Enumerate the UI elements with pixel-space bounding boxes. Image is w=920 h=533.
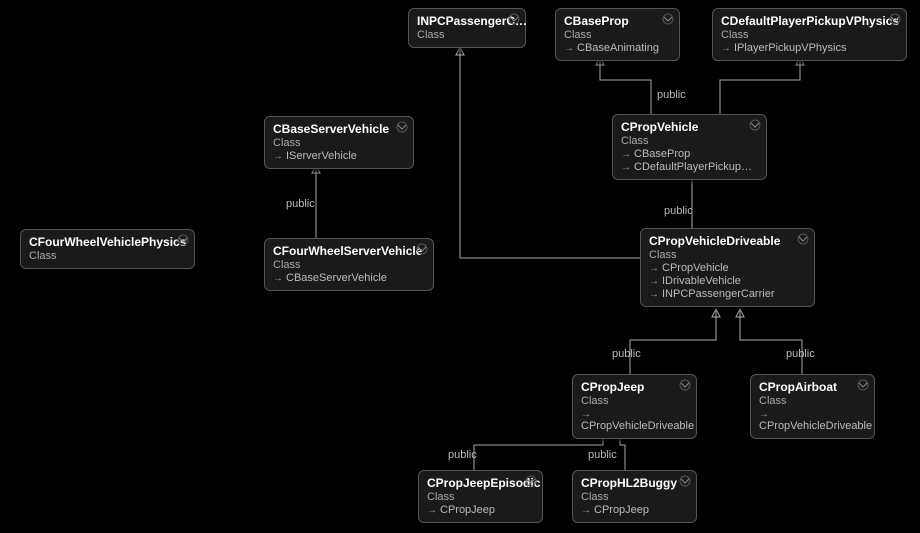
arrow-icon: → — [581, 409, 591, 420]
class-inherit: →CDefaultPlayerPickup… — [621, 161, 758, 173]
arrow-icon: → — [581, 505, 591, 516]
class-type-label: Class — [427, 491, 534, 503]
class-title: CPropVehicle — [621, 120, 758, 134]
expand-icon[interactable] — [416, 243, 428, 255]
class-title: CBaseProp — [564, 14, 671, 28]
class-title: CPropJeep — [581, 380, 688, 394]
class-node-cpropjeep[interactable]: CPropJeep Class →CPropVehicleDriveable — [572, 374, 697, 439]
edge-label: public — [657, 89, 686, 101]
class-node-cprophl2buggy[interactable]: CPropHL2Buggy Class →CPropJeep — [572, 470, 697, 523]
class-node-cdefaultplayerpickup[interactable]: CDefaultPlayerPickupVPhysics Class →IPla… — [712, 8, 907, 61]
arrow-icon: → — [427, 505, 437, 516]
arrow-icon: → — [273, 273, 283, 284]
edge-label: public — [612, 348, 641, 360]
expand-icon[interactable] — [857, 379, 869, 391]
class-inherit: →CPropVehicle — [649, 262, 806, 274]
arrow-icon: → — [621, 162, 631, 173]
class-inherit: →CPropJeep — [427, 504, 534, 516]
arrow-icon: → — [649, 263, 659, 274]
edge-label: public — [786, 348, 815, 360]
class-node-cfourwheelvehiclephysics[interactable]: CFourWheelVehiclePhysics Class — [20, 229, 195, 269]
class-node-inpcpassenger[interactable]: INPCPassengerC… Class — [408, 8, 526, 48]
arrow-icon: → — [621, 149, 631, 160]
class-type-label: Class — [581, 491, 688, 503]
arrow-icon: → — [721, 43, 731, 54]
expand-icon[interactable] — [749, 119, 761, 131]
expand-icon[interactable] — [525, 475, 537, 487]
class-inherit: →IServerVehicle — [273, 150, 405, 162]
class-type-label: Class — [759, 395, 866, 407]
edge-label: public — [286, 198, 315, 210]
class-type-label: Class — [417, 29, 517, 41]
class-type-label: Class — [581, 395, 688, 407]
class-title: CPropJeepEpisodic — [427, 476, 534, 490]
edge-label: public — [664, 205, 693, 217]
class-title: CBaseServerVehicle — [273, 122, 405, 136]
class-title: CPropHL2Buggy — [581, 476, 688, 490]
class-title: CFourWheelVehiclePhysics — [29, 235, 186, 249]
class-title: CDefaultPlayerPickupVPhysics — [721, 14, 898, 28]
class-type-label: Class — [564, 29, 671, 41]
arrow-icon: → — [564, 43, 574, 54]
arrow-icon: → — [759, 409, 769, 420]
class-node-cfourwheelservervehicle[interactable]: CFourWheelServerVehicle Class →CBaseServ… — [264, 238, 434, 291]
class-title: CFourWheelServerVehicle — [273, 244, 425, 258]
class-inherit: →CBaseProp — [621, 148, 758, 160]
edge-label: public — [588, 449, 617, 461]
class-title: INPCPassengerC… — [417, 14, 517, 28]
arrow-icon: → — [649, 289, 659, 300]
class-node-cpropvehicle[interactable]: CPropVehicle Class →CBaseProp →CDefaultP… — [612, 114, 767, 180]
expand-icon[interactable] — [679, 475, 691, 487]
class-inherit: →CPropVehicleDriveable — [581, 408, 688, 432]
class-type-label: Class — [29, 250, 186, 262]
class-node-cpropjeepepisodic[interactable]: CPropJeepEpisodic Class →CPropJeep — [418, 470, 543, 523]
class-inherit: →INPCPassengerCarrier — [649, 288, 806, 300]
class-node-cbaseservervehicle[interactable]: CBaseServerVehicle Class →IServerVehicle — [264, 116, 414, 169]
class-type-label: Class — [621, 135, 758, 147]
expand-icon[interactable] — [396, 121, 408, 133]
class-node-cbaseprop[interactable]: CBaseProp Class →CBaseAnimating — [555, 8, 680, 61]
expand-icon[interactable] — [662, 13, 674, 25]
class-inherit: →CPropVehicleDriveable — [759, 408, 866, 432]
arrow-icon: → — [273, 151, 283, 162]
class-inherit: →IPlayerPickupVPhysics — [721, 42, 898, 54]
class-type-label: Class — [721, 29, 898, 41]
class-type-label: Class — [273, 259, 425, 271]
class-node-cpropairboat[interactable]: CPropAirboat Class →CPropVehicleDriveabl… — [750, 374, 875, 439]
expand-icon[interactable] — [177, 234, 189, 246]
arrow-icon: → — [649, 276, 659, 287]
edge-label: public — [448, 449, 477, 461]
class-inherit: →CPropJeep — [581, 504, 688, 516]
class-title: CPropVehicleDriveable — [649, 234, 806, 248]
class-inherit: →IDrivableVehicle — [649, 275, 806, 287]
expand-icon[interactable] — [797, 233, 809, 245]
class-type-label: Class — [273, 137, 405, 149]
class-title: CPropAirboat — [759, 380, 866, 394]
expand-icon[interactable] — [679, 379, 691, 391]
class-inherit: →CBaseServerVehicle — [273, 272, 425, 284]
expand-icon[interactable] — [889, 13, 901, 25]
class-type-label: Class — [649, 249, 806, 261]
class-inherit: →CBaseAnimating — [564, 42, 671, 54]
expand-icon[interactable] — [508, 13, 520, 25]
class-node-cpropvehicledriveable[interactable]: CPropVehicleDriveable Class →CPropVehicl… — [640, 228, 815, 307]
